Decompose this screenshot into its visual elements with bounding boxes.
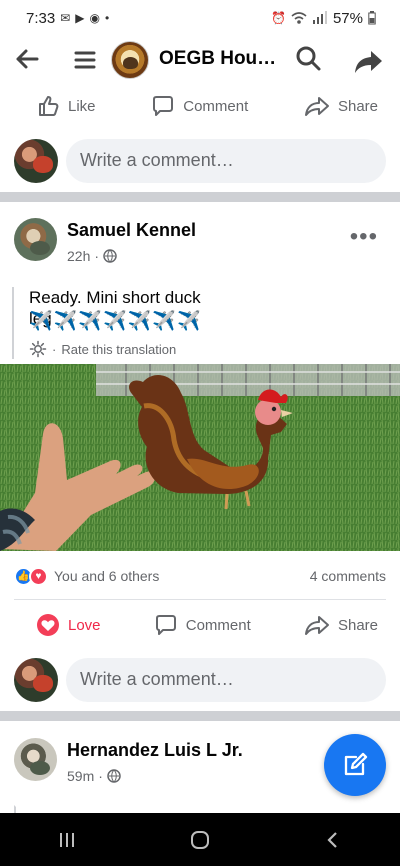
signal-icon (312, 11, 327, 24)
next-author-avatar[interactable] (14, 738, 57, 781)
rooster-photo-illustration (0, 364, 400, 551)
back-arrow-icon[interactable] (12, 44, 42, 74)
back-chevron-icon (327, 831, 338, 848)
love-label: Love (68, 616, 101, 634)
wifi-icon (291, 12, 307, 24)
post-meta: 22h · (67, 248, 117, 264)
next-post-meta: 59m · (67, 768, 121, 784)
reaction-icons[interactable]: 👍 ♥ (14, 567, 50, 587)
post-comment-composer: Write a comment… (0, 656, 400, 704)
reaction-summary-row: 👍 ♥ You and 6 others 4 comments (0, 565, 400, 589)
translation-separator: · (52, 341, 57, 357)
reddit-icon: ◉ (89, 11, 100, 25)
mobile-screen: 7:33 ✉ ▶ ◉ • ⏰ 57% OEGB Houst… Like Comm… (0, 0, 400, 866)
meta-separator: · (94, 248, 100, 264)
reaction-summary[interactable]: You and 6 others (54, 568, 159, 584)
mail-icon: ✉ (60, 11, 71, 25)
comment-label: Comment (183, 97, 249, 115)
home-button[interactable] (178, 818, 222, 862)
globe-icon (107, 769, 121, 783)
comment-button[interactable]: Comment (154, 613, 251, 637)
feed-divider (0, 192, 400, 202)
status-bar: 7:33 ✉ ▶ ◉ • ⏰ 57% (0, 0, 400, 36)
comment-bubble-icon (153, 96, 174, 116)
love-reaction-icon: ♥ (29, 567, 48, 586)
comment-input[interactable]: Write a comment… (66, 139, 386, 183)
next-author-name[interactable]: Hernandez Luis L Jr. (67, 740, 243, 761)
like-label: Like (68, 97, 96, 115)
previous-comment-composer: Write a comment… (0, 137, 400, 185)
translation-label: Rate this translation (61, 341, 177, 357)
airplane-emoji: ✈️ (127, 311, 152, 332)
youtube-icon: ▶ (75, 11, 85, 25)
back-button[interactable] (311, 818, 355, 862)
airplane-emoji-row: ✈️ ✈️ ✈️ ✈️ ✈️ ✈️ ✈️ (29, 309, 201, 333)
airplane-emoji: ✈️ (29, 311, 53, 332)
author-avatar[interactable] (14, 218, 57, 261)
next-post-time[interactable]: 59m (67, 768, 94, 784)
reaction-divider (14, 599, 386, 600)
battery-icon (368, 11, 376, 25)
share-button[interactable]: Share (304, 613, 378, 637)
globe-icon (103, 249, 117, 263)
search-icon[interactable] (294, 44, 324, 74)
android-navigation-bar (0, 813, 400, 866)
group-header: OEGB Houst… (0, 36, 400, 84)
current-user-avatar[interactable] (14, 658, 58, 702)
love-icon (37, 614, 59, 636)
share-outline-icon (304, 97, 329, 116)
like-button[interactable]: Like (36, 94, 96, 118)
share-button[interactable]: Share (304, 94, 378, 118)
status-bar-right: ⏰ 57% (271, 10, 376, 27)
group-title[interactable]: OEGB Houst… (159, 48, 286, 70)
airplane-emoji: ✈️ (152, 311, 177, 332)
share-label: Share (337, 616, 378, 634)
more-options-icon[interactable]: ••• (350, 223, 378, 251)
battery-percent: 57% (332, 9, 363, 27)
compose-post-button[interactable] (324, 734, 386, 796)
menu-icon[interactable] (70, 45, 100, 75)
thumbs-up-icon (39, 96, 59, 116)
comment-button[interactable]: Comment (151, 94, 248, 118)
share-label: Share (337, 97, 378, 115)
post-text-block: Ready. Mini short duck leg ✈️ ✈️ ✈️ ✈️ ✈… (12, 287, 202, 359)
airplane-emoji: ✈️ (177, 311, 201, 332)
post-photo[interactable] (0, 364, 400, 551)
airplane-emoji: ✈️ (78, 311, 103, 332)
comment-count[interactable]: 4 comments (310, 568, 386, 584)
airplane-emoji: ✈️ (103, 311, 127, 332)
rate-translation-link[interactable]: · Rate this translation (29, 340, 176, 358)
post-time[interactable]: 22h (67, 248, 90, 264)
gear-icon (29, 340, 47, 358)
love-button[interactable]: Love (36, 613, 101, 637)
group-logo-avatar[interactable] (111, 41, 149, 79)
author-name[interactable]: Samuel Kennel (67, 220, 196, 241)
comment-input[interactable]: Write a comment… (66, 658, 386, 702)
comment-bubble-icon (155, 615, 176, 635)
share-outline-icon (304, 616, 329, 635)
comment-label: Comment (185, 616, 251, 634)
alarm-icon: ⏰ (271, 11, 286, 25)
next-post-text-border (14, 805, 338, 813)
status-time: 7:33 (26, 9, 56, 27)
recent-apps-button[interactable] (45, 818, 89, 862)
home-icon (190, 830, 209, 849)
edit-icon (344, 752, 368, 776)
meta-separator: · (98, 768, 103, 784)
recent-apps-icon (59, 832, 74, 847)
post-header: Samuel Kennel 22h · ••• (0, 212, 400, 272)
post-actions: Love Comment Share (0, 604, 400, 646)
feed-divider (0, 711, 400, 721)
previous-post-actions: Like Comment Share (0, 85, 400, 127)
current-user-avatar[interactable] (14, 139, 58, 183)
status-bar-left: 7:33 ✉ ▶ ◉ • (26, 10, 109, 27)
notification-dot: • (104, 11, 110, 25)
airplane-emoji: ✈️ (53, 311, 78, 332)
share-icon[interactable] (353, 46, 385, 76)
